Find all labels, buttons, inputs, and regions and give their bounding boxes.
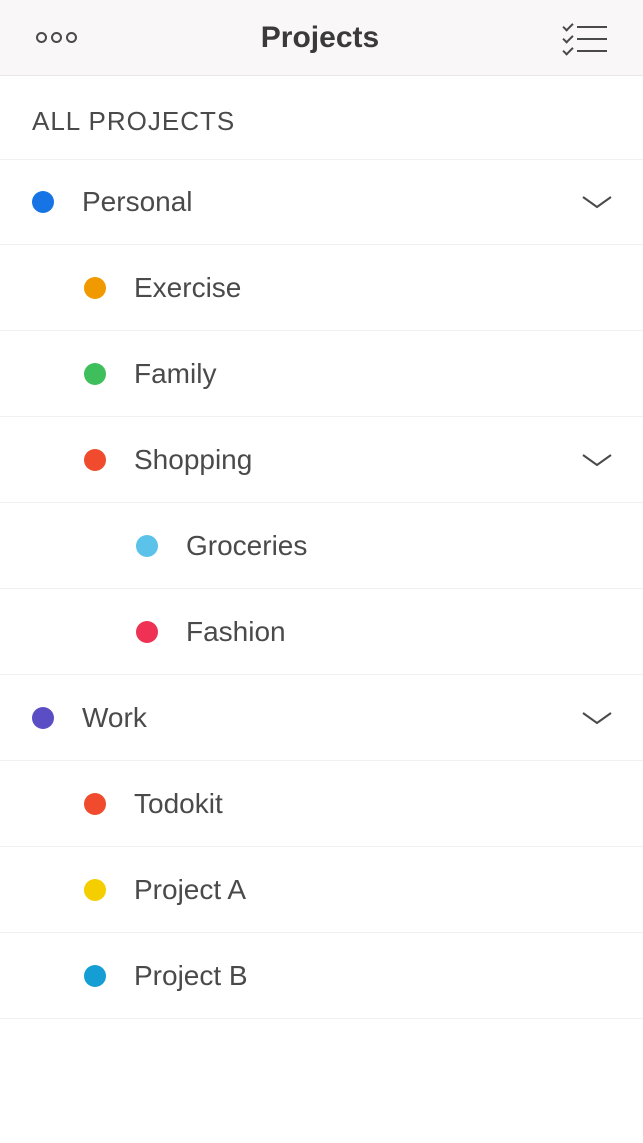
project-item-exercise[interactable]: Exercise — [0, 245, 643, 331]
color-dot-icon — [136, 535, 158, 557]
project-item-project-b[interactable]: Project B — [0, 933, 643, 1019]
color-dot-icon — [32, 707, 54, 729]
project-label: Work — [82, 702, 581, 734]
project-item-fashion[interactable]: Fashion — [0, 589, 643, 675]
color-dot-icon — [84, 965, 106, 987]
page-title: Projects — [261, 21, 379, 55]
menu-button[interactable] — [36, 32, 77, 43]
dots-icon — [36, 32, 77, 43]
header: Projects — [0, 0, 643, 76]
chevron-down-icon[interactable] — [581, 193, 613, 211]
color-dot-icon — [84, 793, 106, 815]
project-item-personal[interactable]: Personal — [0, 159, 643, 245]
project-label: Exercise — [134, 272, 623, 304]
project-label: Project A — [134, 874, 623, 906]
color-dot-icon — [84, 879, 106, 901]
project-list: Personal Exercise Family Shopping Groceries F… — [0, 159, 643, 1019]
project-item-family[interactable]: Family — [0, 331, 643, 417]
project-label: Personal — [82, 186, 581, 218]
chevron-down-icon[interactable] — [581, 709, 613, 727]
project-item-work[interactable]: Work — [0, 675, 643, 761]
project-label: Groceries — [186, 530, 623, 562]
project-item-project-a[interactable]: Project A — [0, 847, 643, 933]
project-label: Fashion — [186, 616, 623, 648]
color-dot-icon — [32, 191, 54, 213]
project-label: Shopping — [134, 444, 581, 476]
project-item-todokit[interactable]: Todokit — [0, 761, 643, 847]
project-item-shopping[interactable]: Shopping — [0, 417, 643, 503]
color-dot-icon — [84, 449, 106, 471]
color-dot-icon — [84, 363, 106, 385]
color-dot-icon — [84, 277, 106, 299]
checklist-icon — [563, 23, 607, 53]
project-label: Family — [134, 358, 623, 390]
chevron-down-icon[interactable] — [581, 451, 613, 469]
project-item-groceries[interactable]: Groceries — [0, 503, 643, 589]
checklist-button[interactable] — [563, 23, 607, 53]
color-dot-icon — [136, 621, 158, 643]
section-title: ALL PROJECTS — [0, 76, 643, 159]
project-label: Todokit — [134, 788, 623, 820]
project-label: Project B — [134, 960, 623, 992]
